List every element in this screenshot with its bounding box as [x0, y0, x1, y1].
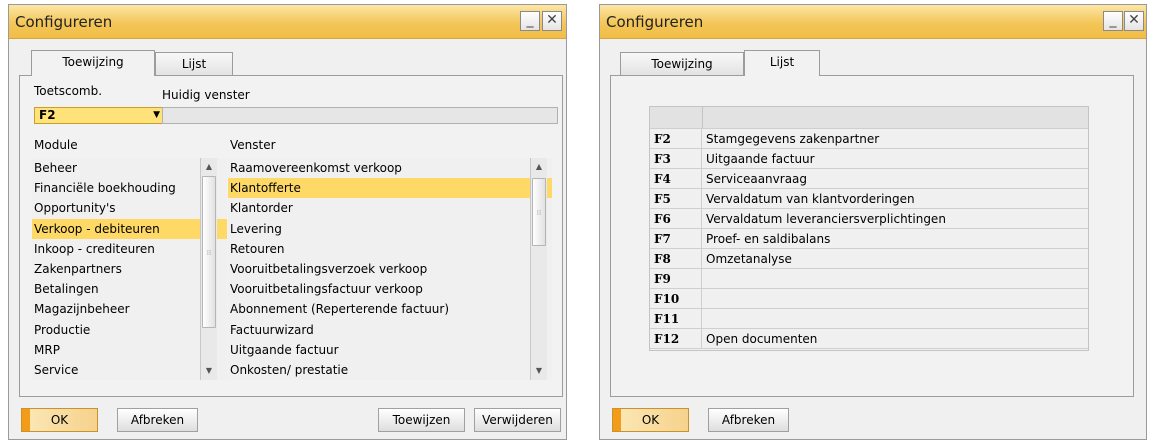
chevron-down-icon: ▼ — [153, 110, 160, 120]
toetscomb-label: Toetscomb. — [34, 84, 103, 98]
key-cell: F5 — [650, 189, 702, 209]
scroll-up-icon[interactable]: ▲ — [201, 159, 217, 175]
window-cell: Stamgegevens zakenpartner — [706, 132, 880, 146]
table-row[interactable]: F6 Vervaldatum leveranciersverplichtingen — [650, 209, 1088, 229]
module-list[interactable]: Beheer Financiële boekhouding Opportunity'… — [32, 158, 227, 380]
key-cell: F3 — [650, 149, 702, 169]
close-icon[interactable]: ✕ — [542, 11, 562, 31]
title-bar[interactable]: Configureren _ ✕ — [9, 5, 566, 39]
table-row[interactable]: F2 Stamgegevens zakenpartner — [650, 129, 1088, 149]
key-cell: F11 — [650, 309, 702, 329]
table-header — [650, 107, 1088, 129]
table-row[interactable]: F10 — [650, 289, 1088, 309]
remove-button[interactable]: Verwijderen — [474, 408, 561, 432]
table-row[interactable]: F4 Serviceaanvraag — [650, 169, 1088, 189]
tab-lijst[interactable]: Lijst — [744, 50, 820, 76]
venster-scrollbar[interactable]: ▲ ⁞⁞ ▼ — [530, 158, 547, 380]
module-list-item[interactable]: Service — [32, 360, 227, 380]
close-icon[interactable]: ✕ — [1124, 11, 1144, 31]
minimize-icon[interactable]: _ — [520, 11, 540, 31]
window-cell: Vervaldatum leveranciersverplichtingen — [706, 212, 946, 226]
tab-lijst[interactable]: Lijst — [155, 52, 233, 76]
module-list-item[interactable]: Productie — [32, 320, 227, 340]
configure-window-list: Configureren _ ✕ Toewijzing Lijst F2 Stam… — [599, 4, 1147, 440]
minimize-icon[interactable]: _ — [1103, 11, 1123, 31]
venster-list-item[interactable]: Retouren — [228, 239, 552, 259]
venster-list-item[interactable]: Vooruitbetalingsfactuur verkoop — [228, 279, 552, 299]
configure-window-assign: Configureren _ ✕ Toewijzing Lijst Toetsc… — [8, 4, 567, 440]
window-title: Configureren — [15, 13, 113, 31]
table-row[interactable]: F3 Uitgaande factuur — [650, 149, 1088, 169]
ok-button[interactable]: OK — [612, 408, 689, 432]
key-cell: F6 — [650, 209, 702, 229]
scroll-down-icon[interactable]: ▼ — [201, 363, 217, 379]
key-cell: F9 — [650, 269, 702, 289]
tab-panel: F2 Stamgegevens zakenpartner F3 Uitgaande f… — [610, 75, 1134, 397]
tab-toewijzing[interactable]: Toewijzing — [620, 52, 744, 76]
key-cell: F12 — [650, 329, 702, 349]
ok-button[interactable]: OK — [21, 408, 98, 432]
current-window-field — [162, 107, 558, 124]
table-row[interactable]: F9 — [650, 269, 1088, 289]
module-list-item[interactable]: Zakenpartners — [32, 259, 227, 279]
window-cell: Serviceaanvraag — [706, 172, 808, 186]
venster-list[interactable]: Raamovereenkomst verkoop Klantofferte Klan… — [228, 158, 552, 380]
venster-list-item[interactable]: Uitgaande factuur — [228, 340, 552, 360]
cancel-button[interactable]: Afbreken — [117, 408, 198, 432]
table-row[interactable]: F5 Vervaldatum van klantvorderingen — [650, 189, 1088, 209]
title-bar[interactable]: Configureren _ ✕ — [600, 5, 1146, 39]
venster-list-item[interactable]: Factuurwizard — [228, 320, 552, 340]
key-combination-dropdown[interactable]: F2 ▼ — [34, 107, 165, 124]
table-row[interactable]: F12 Open documenten — [650, 329, 1088, 349]
key-cell: F10 — [650, 289, 702, 309]
table-row[interactable]: F8 Omzetanalyse — [650, 249, 1088, 269]
module-list-item[interactable]: Opportunity's — [32, 198, 227, 218]
module-list-item[interactable]: Verkoop - debiteuren — [32, 218, 227, 239]
huidig-venster-label: Huidig venster — [162, 88, 250, 102]
scroll-up-icon[interactable]: ▲ — [531, 159, 547, 175]
key-cell: F2 — [650, 129, 702, 149]
venster-list-item[interactable]: Raamovereenkomst verkoop — [228, 158, 552, 178]
assign-button[interactable]: Toewijzen — [378, 408, 465, 432]
tab-panel: Toetscomb. Huidig venster F2 ▼ Module Ven… — [19, 75, 563, 397]
table-row[interactable]: F7 Proef- en saldibalans — [650, 229, 1088, 249]
key-cell: F8 — [650, 249, 702, 269]
window-cell: Uitgaande factuur — [706, 152, 815, 166]
venster-list-item[interactable]: Levering — [228, 219, 552, 239]
key-cell: F7 — [650, 229, 702, 249]
table-row[interactable]: F11 — [650, 309, 1088, 329]
window-cell: Proef- en saldibalans — [706, 232, 831, 246]
venster-list-item[interactable]: Abonnement (Reperterende factuur) — [228, 299, 552, 319]
tab-toewijzing[interactable]: Toewijzing — [31, 50, 155, 76]
venster-list-item[interactable]: Klantofferte — [228, 178, 552, 199]
window-cell: Omzetanalyse — [706, 252, 792, 266]
venster-header: Venster — [230, 138, 276, 152]
module-header: Module — [34, 138, 78, 152]
key-cell: F4 — [650, 169, 702, 189]
venster-list-item[interactable]: Onkosten/ prestatie — [228, 360, 552, 380]
module-list-item[interactable]: Beheer — [32, 158, 227, 178]
module-list-item[interactable]: Financiële boekhouding — [32, 178, 227, 198]
shortcut-table[interactable]: F2 Stamgegevens zakenpartner F3 Uitgaande f… — [649, 106, 1089, 351]
window-title: Configureren — [606, 13, 704, 31]
window-cell: Vervaldatum van klantvorderingen — [706, 192, 915, 206]
scroll-thumb[interactable]: ⁞⁞ — [202, 176, 216, 328]
cancel-button[interactable]: Afbreken — [708, 408, 789, 432]
module-list-item[interactable]: MRP — [32, 340, 227, 360]
module-scrollbar[interactable]: ▲ ⁞⁞ ▼ — [200, 158, 217, 380]
scroll-thumb[interactable]: ⁞⁞ — [532, 178, 546, 246]
scroll-down-icon[interactable]: ▼ — [531, 363, 547, 379]
module-list-item[interactable]: Magazijnbeheer — [32, 299, 227, 319]
venster-list-item[interactable]: Klantorder — [228, 198, 552, 218]
module-list-item[interactable]: Betalingen — [32, 279, 227, 299]
window-cell: Open documenten — [706, 332, 818, 346]
module-list-item[interactable]: Inkoop - crediteuren — [32, 239, 227, 259]
venster-list-item[interactable]: Vooruitbetalingsverzoek verkoop — [228, 259, 552, 279]
